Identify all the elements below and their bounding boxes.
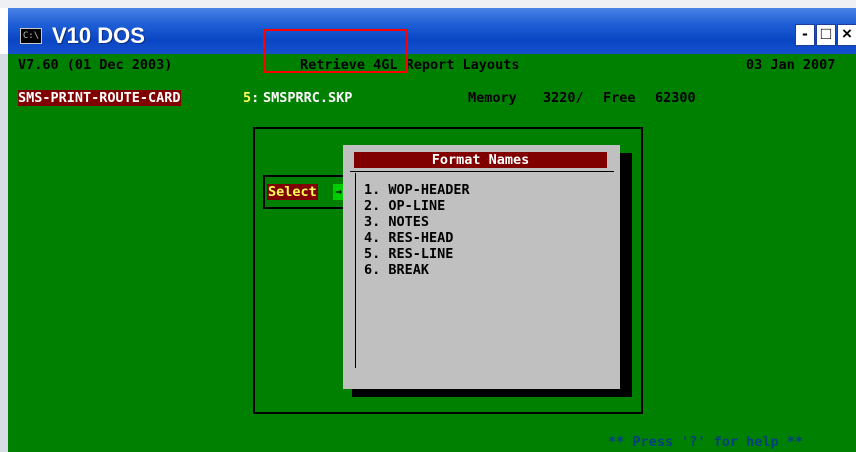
list-item-label: RES-HEAD [388,230,454,246]
list-item-label: OP-LINE [388,198,446,214]
free-value: 62300 [655,90,696,106]
annotation-highlight-box [263,29,408,73]
list-item-number: 3. [364,214,381,230]
program-name: SMS-PRINT-ROUTE-CARD [18,90,181,106]
list-item[interactable]: 4. RES-HEAD [364,230,453,246]
window-left-border [0,54,8,452]
popup-divider [350,171,614,172]
list-item-number: 2. [364,198,381,214]
file-number-separator: : [251,90,260,106]
filename-text: SMSPRRC.SKP [263,90,353,106]
maximize-button[interactable]: □ [816,24,836,46]
free-label: Free [603,90,636,106]
memory-label: Memory [468,90,517,106]
list-item[interactable]: 6. BREAK [364,262,429,278]
close-button[interactable]: × [837,24,856,46]
list-item-number: 6. [364,262,381,278]
version-text: V7.60 (01 Dec 2003) [18,57,173,73]
help-hint: ** Press '?' for help ** [608,434,804,450]
popup-title: Format Names [354,152,607,168]
list-item[interactable]: 2. OP-LINE [364,198,445,214]
list-item-label: NOTES [388,214,430,230]
memory-value: 3220/ [543,90,584,106]
list-item-label: WOP-HEADER [388,182,470,198]
console-icon[interactable]: C:\ [20,28,42,44]
list-item[interactable]: 1. WOP-HEADER [364,182,470,198]
list-item[interactable]: 5. RES-LINE [364,246,453,262]
list-item-number: 5. [364,246,381,262]
list-item-number: 4. [364,230,381,246]
minimize-button[interactable]: - [795,24,815,46]
window-title: V10 DOS [52,23,145,48]
popup-left-rule [355,173,356,368]
taskbar-strip [0,0,856,8]
list-item[interactable]: 3. NOTES [364,214,429,230]
select-label[interactable]: Select [267,184,318,200]
file-number: 5: [243,90,259,106]
list-item-number: 1. [364,182,381,198]
list-item-label: RES-LINE [388,246,454,262]
dos-console[interactable]: V7.60 (01 Dec 2003) Retrieve 4GL Report … [8,54,856,452]
date-text: 03 Jan 2007 [746,57,836,73]
file-number-value: 5 [243,90,252,106]
list-item-label: BREAK [388,262,430,278]
